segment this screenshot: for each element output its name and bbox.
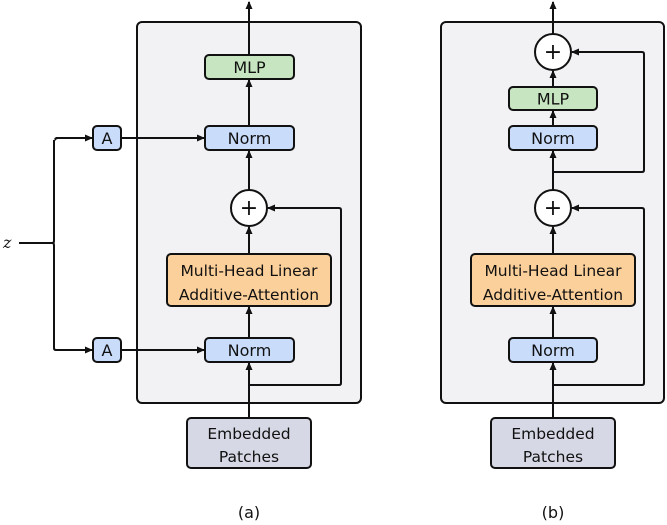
adapter-bottom: A: [92, 337, 122, 363]
norm-top-block: Norm: [204, 125, 295, 151]
adapter-top-label: A: [102, 129, 113, 148]
architecture-diagram: z A A MLP Norm + Multi-Head Linear Addit…: [2, 1, 665, 522]
mlp-label: MLP: [233, 58, 266, 77]
attention-label-line1: Multi-Head Linear: [180, 262, 318, 280]
input-z-label: z: [2, 233, 12, 252]
embedded-patches-block-b: Embedded Patches: [490, 417, 616, 469]
norm-bottom-label: Norm: [228, 341, 272, 360]
caption-a: (a): [238, 503, 260, 522]
residual-add-node-top-b: +: [534, 33, 572, 71]
mlp-block-b: MLP: [508, 86, 598, 111]
embedded-label-line1: Embedded: [207, 425, 290, 443]
adapter-bottom-label: A: [102, 341, 113, 360]
plus-icon: +: [240, 196, 258, 221]
norm-top-block-b: Norm: [508, 125, 598, 151]
embedded-label-line1-b: Embedded: [511, 425, 594, 443]
panel-a: z A A MLP Norm + Multi-Head Linear Addit…: [2, 1, 362, 522]
z-brace: [51, 137, 91, 351]
embedded-label-line2: Patches: [219, 448, 279, 466]
residual-add-node: +: [230, 189, 268, 227]
adapter-top: A: [92, 125, 122, 151]
attention-label-line1-b: Multi-Head Linear: [484, 262, 622, 280]
norm-top-label-b: Norm: [531, 129, 575, 148]
attention-label-line2: Additive-Attention: [179, 286, 319, 304]
attention-block: Multi-Head Linear Additive-Attention: [166, 253, 332, 307]
mlp-block: MLP: [204, 54, 295, 80]
attention-label-line2-b: Additive-Attention: [483, 286, 623, 304]
attention-block-b: Multi-Head Linear Additive-Attention: [470, 253, 636, 307]
norm-top-label: Norm: [228, 129, 272, 148]
embedded-label-line2-b: Patches: [523, 448, 583, 466]
norm-bottom-label-b: Norm: [531, 341, 575, 360]
embedded-patches-block: Embedded Patches: [186, 417, 312, 469]
plus-icon: +: [544, 196, 562, 221]
norm-bottom-block-b: Norm: [508, 337, 598, 363]
residual-add-node-bottom-b: +: [534, 189, 572, 227]
mlp-label-b: MLP: [537, 90, 570, 109]
plus-icon: +: [544, 40, 562, 65]
panel-b: + MLP Norm + Multi-Head Linear Additive-…: [440, 1, 665, 522]
caption-b: (b): [542, 503, 565, 522]
norm-bottom-block: Norm: [204, 337, 295, 363]
